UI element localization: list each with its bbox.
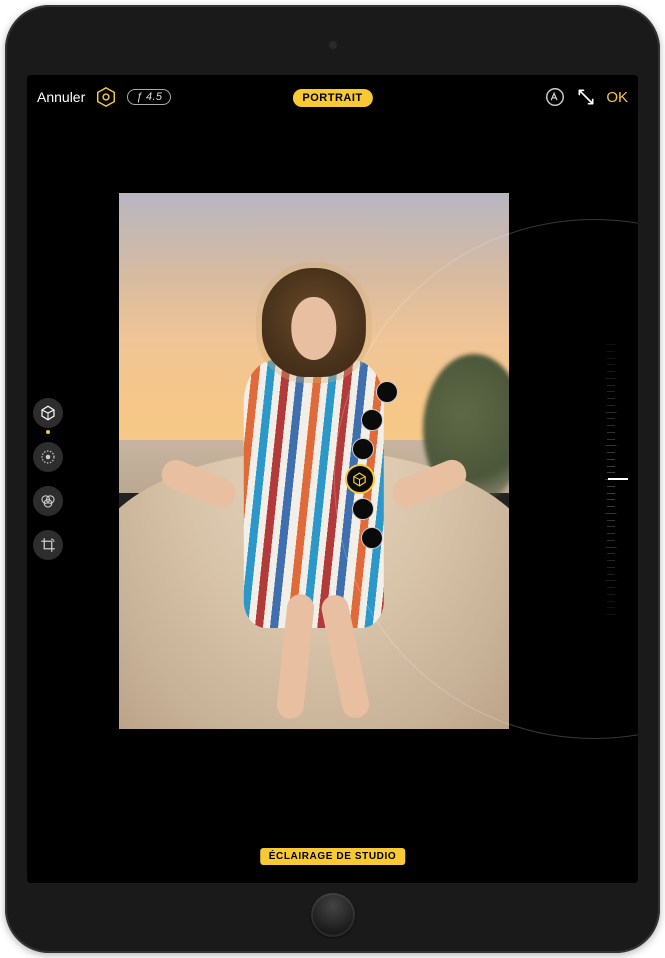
slider-indicator	[608, 478, 628, 480]
ipad-frame: Annuler ƒ 4.5 PORTRAIT OK	[5, 5, 660, 953]
fullscreen-icon[interactable]	[576, 87, 596, 107]
tool-portrait-lighting[interactable]	[33, 398, 63, 428]
mode-pill[interactable]: PORTRAIT	[292, 89, 372, 107]
topbar-right-group: OK	[544, 86, 628, 108]
lighting-option-1[interactable]	[361, 409, 383, 431]
home-button[interactable]	[311, 893, 355, 937]
editor-topbar: Annuler ƒ 4.5 PORTRAIT OK	[27, 75, 638, 119]
lighting-option-2[interactable]	[352, 438, 374, 460]
lighting-option-4[interactable]	[352, 498, 374, 520]
tool-adjust[interactable]	[33, 442, 63, 472]
fstop-button[interactable]: ƒ 4.5	[127, 89, 171, 105]
lighting-mode-label: ÉCLAIRAGE DE STUDIO	[260, 848, 406, 865]
lighting-selector-arc	[334, 219, 638, 739]
photos-edit-screen: Annuler ƒ 4.5 PORTRAIT OK	[27, 75, 638, 883]
topbar-left-group: Annuler ƒ 4.5	[37, 86, 171, 108]
lighting-option-selected[interactable]	[345, 464, 375, 494]
cancel-button[interactable]: Annuler	[37, 89, 85, 105]
tool-filters[interactable]	[33, 486, 63, 516]
done-button[interactable]: OK	[606, 89, 628, 106]
portrait-badge-icon[interactable]	[95, 86, 117, 108]
tool-crop[interactable]	[33, 530, 63, 560]
front-camera-dot	[329, 41, 337, 49]
lighting-option-5[interactable]	[361, 527, 383, 549]
lighting-option-0[interactable]	[376, 381, 398, 403]
edit-tool-rail	[33, 398, 63, 560]
markup-icon[interactable]	[544, 86, 566, 108]
lighting-intensity-slider[interactable]	[594, 344, 628, 614]
